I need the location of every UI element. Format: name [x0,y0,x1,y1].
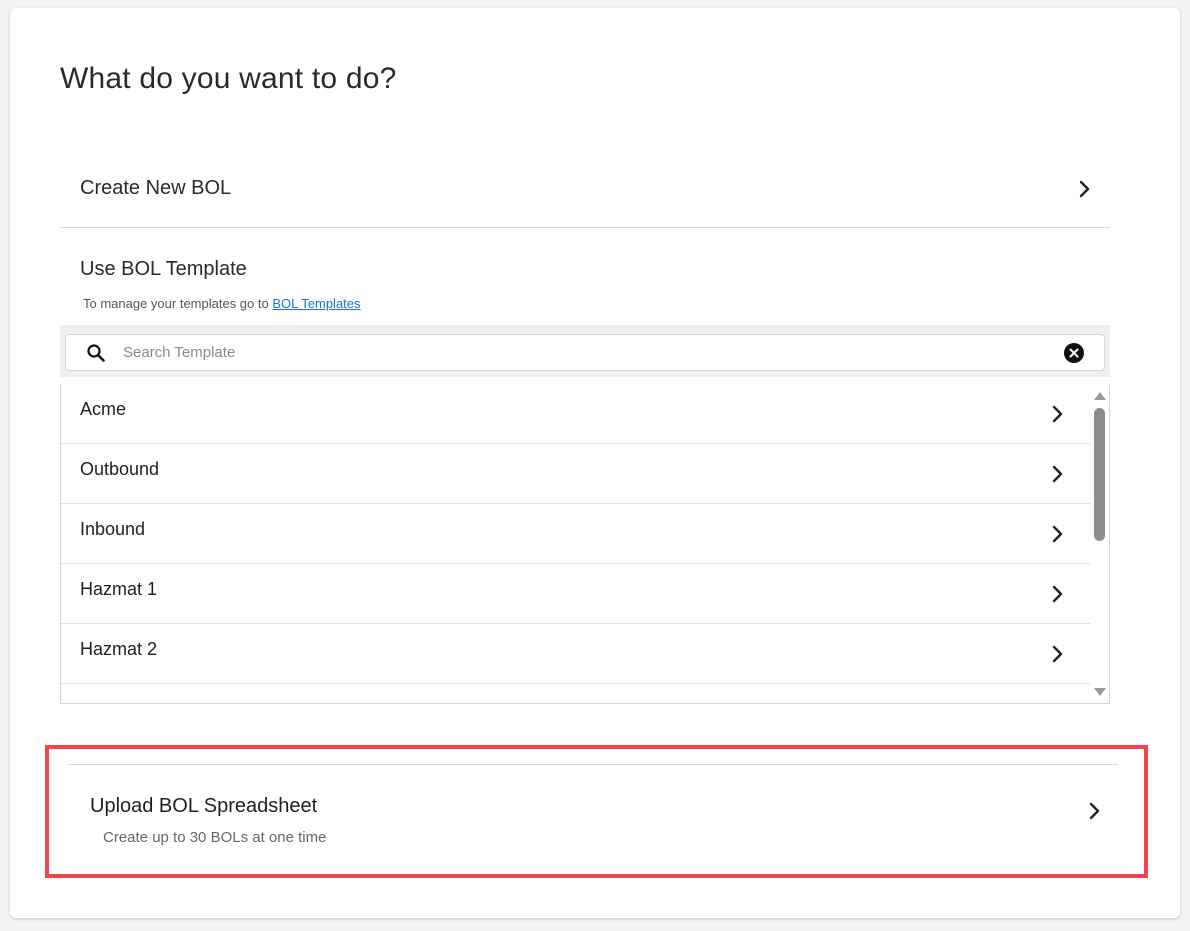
template-item-label: Hazmat 1 [80,579,158,599]
template-item-label: Outbound [80,459,160,479]
create-new-bol-option[interactable]: Create New BOL [60,150,1110,228]
template-hint: To manage your templates go to BOL Templ… [83,296,361,311]
template-item-inbound[interactable]: Inbound [61,504,1091,564]
upload-divider [68,764,1118,765]
chevron-right-icon [1051,585,1065,603]
template-item-acme[interactable]: Acme [61,384,1091,444]
chevron-right-icon [1078,180,1092,198]
scroll-up-arrow-icon[interactable] [1094,392,1106,400]
template-item-hazmat-2[interactable]: Hazmat 2 [61,624,1091,684]
chevron-right-icon [1088,802,1102,825]
chevron-right-icon [1051,465,1065,483]
template-item-label: Hazmat 2 [80,639,158,659]
template-item-label: Acme [80,399,127,419]
search-template-input[interactable] [123,344,1064,361]
chevron-right-icon [1051,405,1065,423]
search-box [65,334,1105,371]
template-hint-text: To manage your templates go to [83,296,269,311]
scroll-thumb[interactable] [1094,408,1105,541]
upload-bol-spreadsheet-option[interactable]: Upload BOL Spreadsheet Create up to 30 B… [90,790,1110,850]
template-item-outbound[interactable]: Outbound [61,444,1091,504]
clear-icon[interactable] [1064,342,1084,363]
template-list: Acme Outbound Inbound Hazmat 1 Hazmat 2 [60,384,1110,704]
chevron-right-icon [1051,645,1065,663]
scroll-down-arrow-icon[interactable] [1094,688,1106,696]
template-list-scrollbar[interactable] [1090,384,1109,703]
upload-bol-spreadsheet-label: Upload BOL Spreadsheet [90,795,318,817]
search-bar-container [60,325,1110,377]
template-section-title: Use BOL Template [80,258,247,280]
search-icon [86,343,106,363]
page-title: What do you want to do? [60,62,397,95]
template-item-label: Inbound [80,519,146,539]
create-new-bol-label: Create New BOL [80,177,232,199]
upload-bol-spreadsheet-sublabel: Create up to 30 BOLs at one time [103,829,327,846]
bol-templates-link[interactable]: BOL Templates [272,296,360,311]
chevron-right-icon [1051,525,1065,543]
template-list-items: Acme Outbound Inbound Hazmat 1 Hazmat 2 [61,384,1091,684]
template-item-hazmat-1[interactable]: Hazmat 1 [61,564,1091,624]
